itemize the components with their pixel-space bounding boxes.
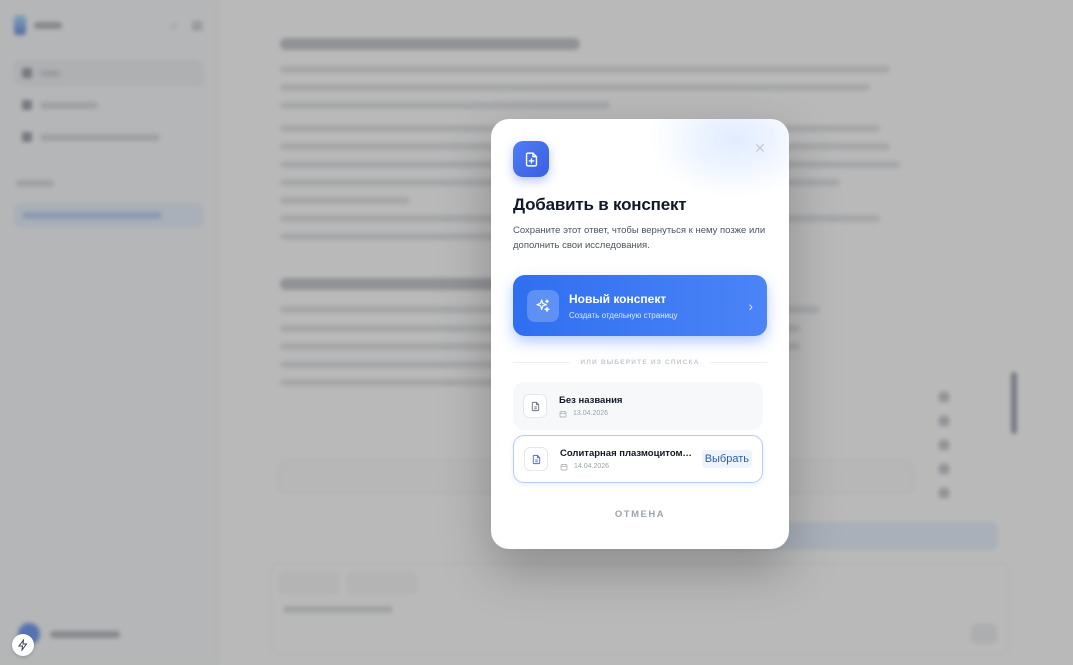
document-plus-icon (513, 141, 549, 177)
calendar-icon (559, 410, 567, 417)
note-date-row: 13.04.2026 (559, 410, 753, 418)
chevron-right-icon: › (748, 297, 753, 314)
note-date: 13.04.2026 (573, 410, 609, 417)
new-note-text: Новый конспект Создать отдельную страниц… (569, 292, 678, 320)
add-to-notes-dialog: ✕ Добавить в конспект Сохраните этот отв… (491, 119, 789, 549)
note-date-row: 14.04.2026 (560, 463, 694, 471)
select-note-button[interactable]: Выбрать (701, 450, 752, 468)
note-title: Солитарная плазмоцитома ... (560, 447, 694, 459)
document-icon (523, 394, 547, 418)
divider-label: или выберите из списка (580, 358, 700, 366)
quick-action-button[interactable] (12, 634, 34, 656)
lightning-icon (18, 639, 28, 651)
document-icon (524, 447, 548, 471)
note-date: 14.04.2026 (574, 463, 610, 470)
new-note-subtitle: Создать отдельную страницу (569, 310, 678, 320)
note-item-untitled[interactable]: Без названия 13.04.2026 (513, 382, 763, 430)
new-note-button[interactable]: Новый конспект Создать отдельную страниц… (513, 275, 767, 336)
calendar-icon (560, 463, 568, 470)
dialog-subtitle: Сохраните этот ответ, чтобы вернуться к … (513, 225, 766, 251)
dialog-title: Добавить в конспект (513, 195, 687, 214)
note-title: Без названия (559, 394, 623, 406)
list-divider: или выберите из списка (513, 356, 767, 368)
new-note-title: Новый конспект (569, 291, 667, 306)
close-icon: ✕ (754, 139, 766, 156)
decorative-glow (649, 119, 789, 199)
close-button[interactable]: ✕ (753, 139, 767, 156)
sparkles-icon (527, 289, 559, 322)
note-item-plasmacytoma[interactable]: Солитарная плазмоцитома ... 14.04.2026 В… (513, 435, 763, 483)
cancel-button[interactable]: Отмена (513, 509, 767, 520)
